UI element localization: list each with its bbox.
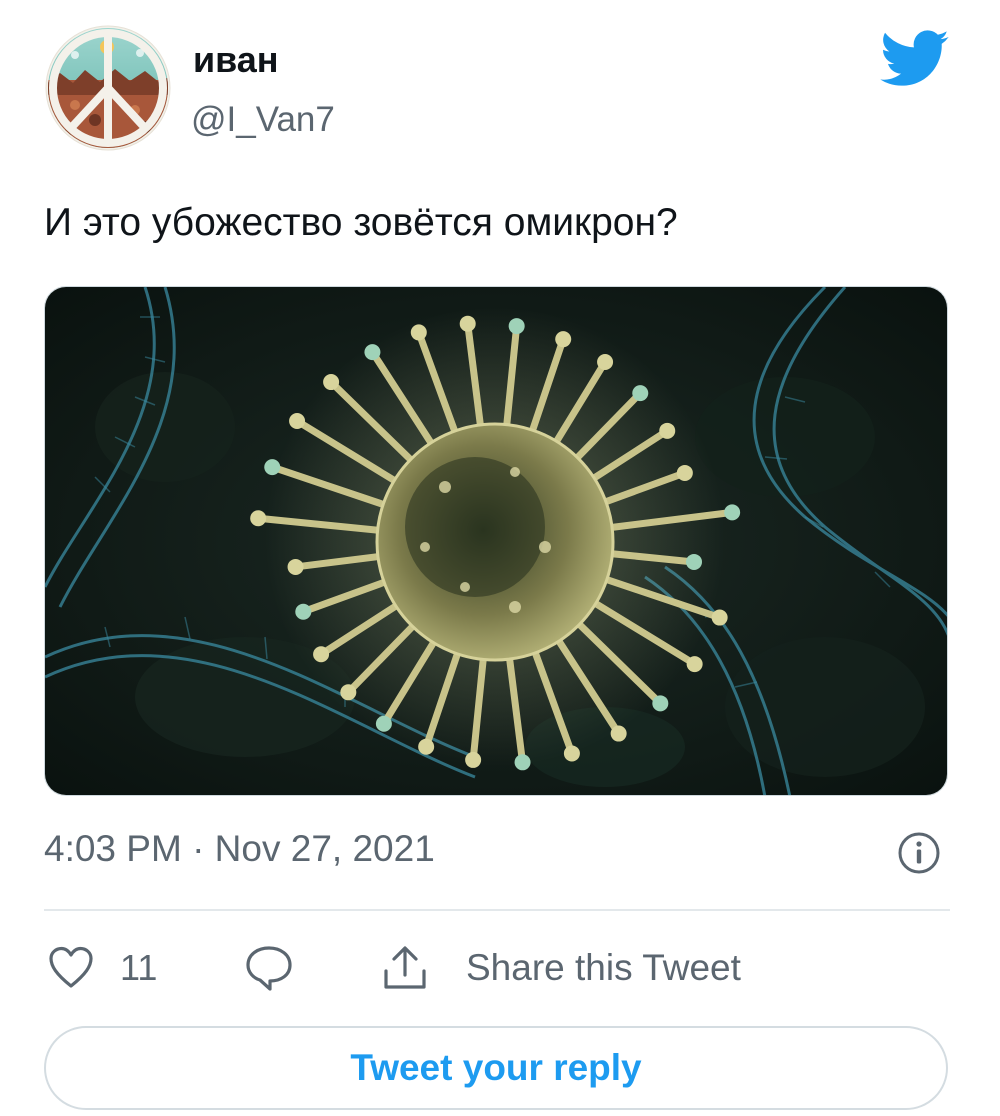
tweet-media-image[interactable] — [44, 286, 948, 796]
virus-spike-tip — [514, 754, 531, 771]
virus-spike-tip — [313, 646, 330, 663]
like-count: 11 — [120, 947, 158, 988]
virus-spike-tip — [686, 656, 703, 673]
tweet-your-reply-button[interactable]: Tweet your reply — [44, 1026, 948, 1110]
share-upload-icon — [384, 946, 426, 989]
virus-image — [45, 287, 947, 795]
user-handle[interactable]: @I_Van7 — [191, 102, 335, 137]
reply-action-button[interactable] — [243, 940, 295, 996]
divider — [44, 909, 950, 911]
virus-spike-tip — [597, 353, 614, 370]
virus-spike-tip — [610, 725, 627, 742]
tweet-text: И это убожество зовётся омикрон? — [44, 201, 678, 244]
virus-spike-tip — [364, 344, 381, 361]
virus-spike-tip — [289, 412, 306, 429]
virus-spike-tip — [508, 318, 525, 335]
virus-spike-tip — [676, 464, 693, 481]
virus-spike-tip — [459, 315, 476, 332]
virus-spike-tip — [410, 324, 427, 341]
share-button[interactable]: Share this Tweet — [380, 940, 741, 996]
virus-spike-tip — [375, 715, 392, 732]
info-icon[interactable] — [896, 830, 942, 876]
virus-spike-tip — [340, 684, 357, 701]
virus-spike-tip — [652, 695, 669, 712]
virus-spike-tip — [250, 510, 267, 527]
avatar[interactable] — [45, 25, 171, 151]
virus-spike-tip — [555, 331, 572, 348]
heart-icon — [49, 946, 93, 988]
tweet-timestamp[interactable]: 4:03 PM · Nov 27, 2021 — [44, 830, 435, 867]
twitter-bird-icon[interactable] — [880, 30, 950, 88]
share-label: Share this Tweet — [466, 947, 741, 988]
virus-spike-tip — [465, 751, 482, 768]
tweet-card: иван @I_Van7 И это убожество зовётся оми… — [0, 0, 1000, 1116]
virus-spike-tip — [418, 738, 435, 755]
virus-spike-tip — [563, 745, 580, 762]
virus-spike-tip — [711, 609, 728, 626]
virus-spike-tip — [264, 459, 281, 476]
virus-spike-tip — [632, 385, 649, 402]
display-name[interactable]: иван — [193, 42, 279, 78]
speech-bubble-icon — [246, 946, 292, 991]
virus-spike-tip — [295, 603, 312, 620]
virus-spike-tip — [686, 553, 703, 570]
virus-spike-tip — [659, 422, 676, 439]
virus-spike-tip — [323, 374, 340, 391]
virus-spike-tip — [287, 558, 304, 575]
like-button[interactable]: 11 — [48, 940, 157, 996]
virus-spike-tip — [724, 504, 741, 521]
peace-sign-avatar-icon — [45, 25, 171, 151]
